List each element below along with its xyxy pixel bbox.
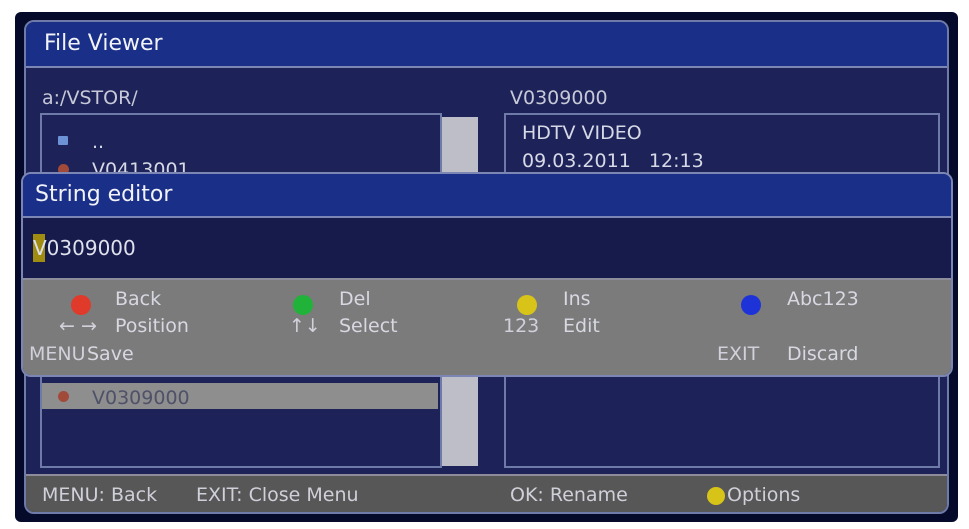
current-path: a:/VSTOR/ (42, 87, 138, 109)
select-label: Select (339, 315, 398, 337)
edit-label: Edit (563, 315, 600, 337)
ok-rename-hint: OK: Rename (510, 484, 628, 506)
left-right-arrows-icon: ← → (59, 315, 97, 337)
exit-key-label: EXIT (717, 343, 760, 365)
list-item-label: V0309000 (92, 387, 190, 409)
yellow-button-icon (707, 487, 725, 505)
yellow-button-icon (517, 295, 537, 315)
red-button-icon (71, 295, 91, 315)
folder-icon (58, 136, 68, 145)
file-date-time: 09.03.2011 12:13 (522, 150, 704, 172)
number-keys-label: 123 (503, 315, 540, 337)
options-hint: Options (727, 484, 801, 506)
save-label: Save (87, 343, 134, 365)
list-item-file-selected[interactable]: V0309000 (42, 383, 438, 409)
editor-title-bar: String editor (23, 174, 951, 218)
menu-back-hint: MENU: Back (42, 484, 158, 506)
position-label: Position (115, 315, 189, 337)
string-input[interactable]: V0309000 (23, 218, 951, 278)
blue-button-icon (741, 295, 761, 315)
ins-label: Ins (563, 288, 591, 310)
discard-label: Discard (787, 343, 859, 365)
exit-close-hint: EXIT: Close Menu (196, 484, 359, 506)
back-label: Back (115, 288, 162, 310)
up-down-arrows-icon: ↑↓ (289, 315, 321, 337)
tv-screen: File Viewer a:/VSTOR/ V0309000 .. V04130… (15, 12, 958, 522)
window-title: File Viewer (44, 31, 163, 56)
green-button-icon (293, 295, 313, 315)
bottom-help-bar: MENU: Back EXIT: Close Menu OK: Rename O… (26, 474, 947, 512)
file-type: HDTV VIDEO (522, 122, 642, 144)
string-value: V0309000 (33, 236, 136, 260)
string-editor-dialog: String editor V0309000 Back Del Ins Abc1… (21, 172, 953, 377)
del-label: Del (339, 288, 371, 310)
title-bar: File Viewer (26, 22, 947, 68)
video-file-icon (58, 391, 69, 402)
abc123-label: Abc123 (787, 288, 859, 310)
list-item-label: .. (92, 131, 105, 153)
menu-key-label: MENU (29, 343, 86, 365)
editor-help-panel: Back Del Ins Abc123 ← → Position ↑↓ Sele… (23, 278, 951, 375)
editor-title: String editor (35, 182, 173, 207)
selected-file-name: V0309000 (510, 87, 608, 109)
list-item-parent-folder[interactable]: .. (42, 131, 438, 157)
